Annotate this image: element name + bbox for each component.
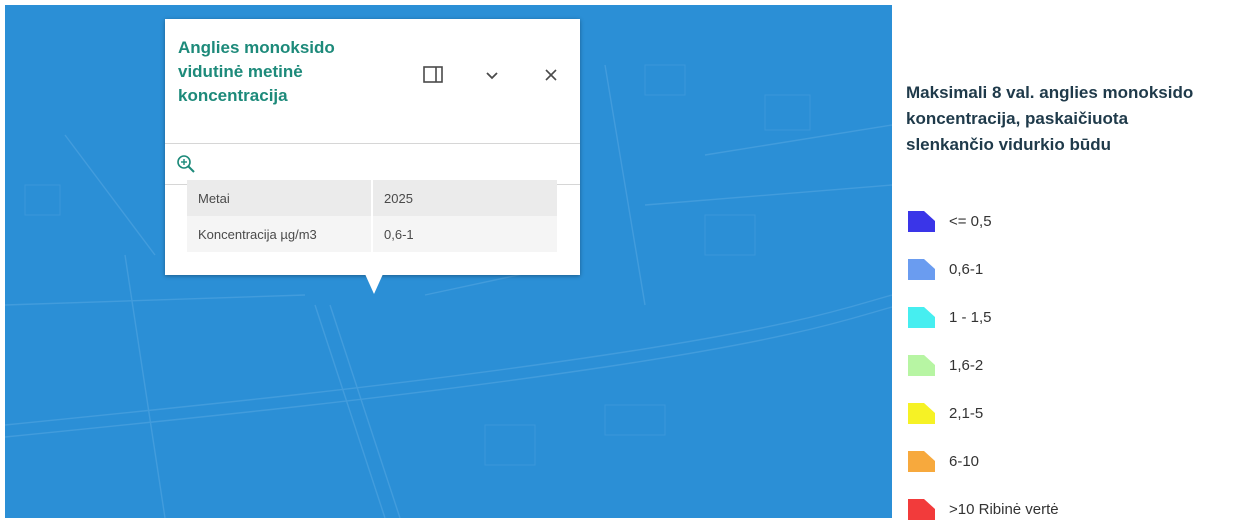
legend-swatch — [908, 259, 935, 280]
legend-item: 1,6-2 — [906, 352, 983, 378]
close-icon — [545, 69, 557, 81]
legend-label: 1,6-2 — [949, 356, 984, 374]
legend-swatch — [908, 499, 935, 520]
table-row: Koncentracija µg/m3 0,6-1 — [187, 216, 557, 252]
attribute-label: Metai — [187, 180, 373, 216]
attribute-table: Metai 2025 Koncentracija µg/m3 0,6-1 — [187, 180, 557, 252]
dock-icon — [423, 66, 443, 83]
collapse-button[interactable] — [480, 63, 504, 87]
legend-swatch — [908, 451, 935, 472]
legend-swatch — [908, 403, 935, 424]
legend-item: >10 Ribinė vertė — [906, 496, 1059, 522]
legend-item: 6-10 — [906, 448, 979, 474]
legend-item: 1 - 1,5 — [906, 304, 992, 330]
legend-swatch — [908, 355, 935, 376]
popup-divider — [165, 143, 580, 144]
map-legend: Maksimali 8 val. anglies monoksido konce… — [906, 80, 1256, 158]
legend-label: >10 Ribinė vertė — [949, 500, 1059, 518]
attribute-value: 0,6-1 — [372, 216, 557, 252]
zoom-to-button[interactable] — [175, 153, 199, 177]
popup-pointer — [365, 274, 383, 294]
legend-label: 2,1-5 — [949, 404, 984, 422]
table-row: Metai 2025 — [187, 180, 557, 216]
legend-item: 0,6-1 — [906, 256, 983, 282]
legend-item: 2,1-5 — [906, 400, 983, 426]
popup-title: Anglies monoksido vidutinė metinė koncen… — [178, 38, 335, 105]
dock-button[interactable] — [421, 63, 445, 87]
legend-label: 6-10 — [949, 452, 980, 470]
feature-popup: Anglies monoksido vidutinė metinė koncen… — [165, 19, 580, 294]
legend-swatch — [908, 211, 935, 232]
zoom-to-icon — [177, 155, 195, 173]
legend-label: <= 0,5 — [949, 212, 992, 230]
legend-title: Maksimali 8 val. anglies monoksido konce… — [906, 83, 1194, 154]
legend-label: 1 - 1,5 — [949, 308, 992, 326]
legend-swatch — [908, 307, 935, 328]
attribute-label: Koncentracija µg/m3 — [187, 216, 373, 252]
legend-label: 0,6-1 — [949, 260, 984, 278]
close-button[interactable] — [539, 63, 563, 87]
legend-item: <= 0,5 — [906, 208, 992, 234]
chevron-down-icon — [486, 72, 498, 80]
attribute-value: 2025 — [372, 180, 557, 216]
